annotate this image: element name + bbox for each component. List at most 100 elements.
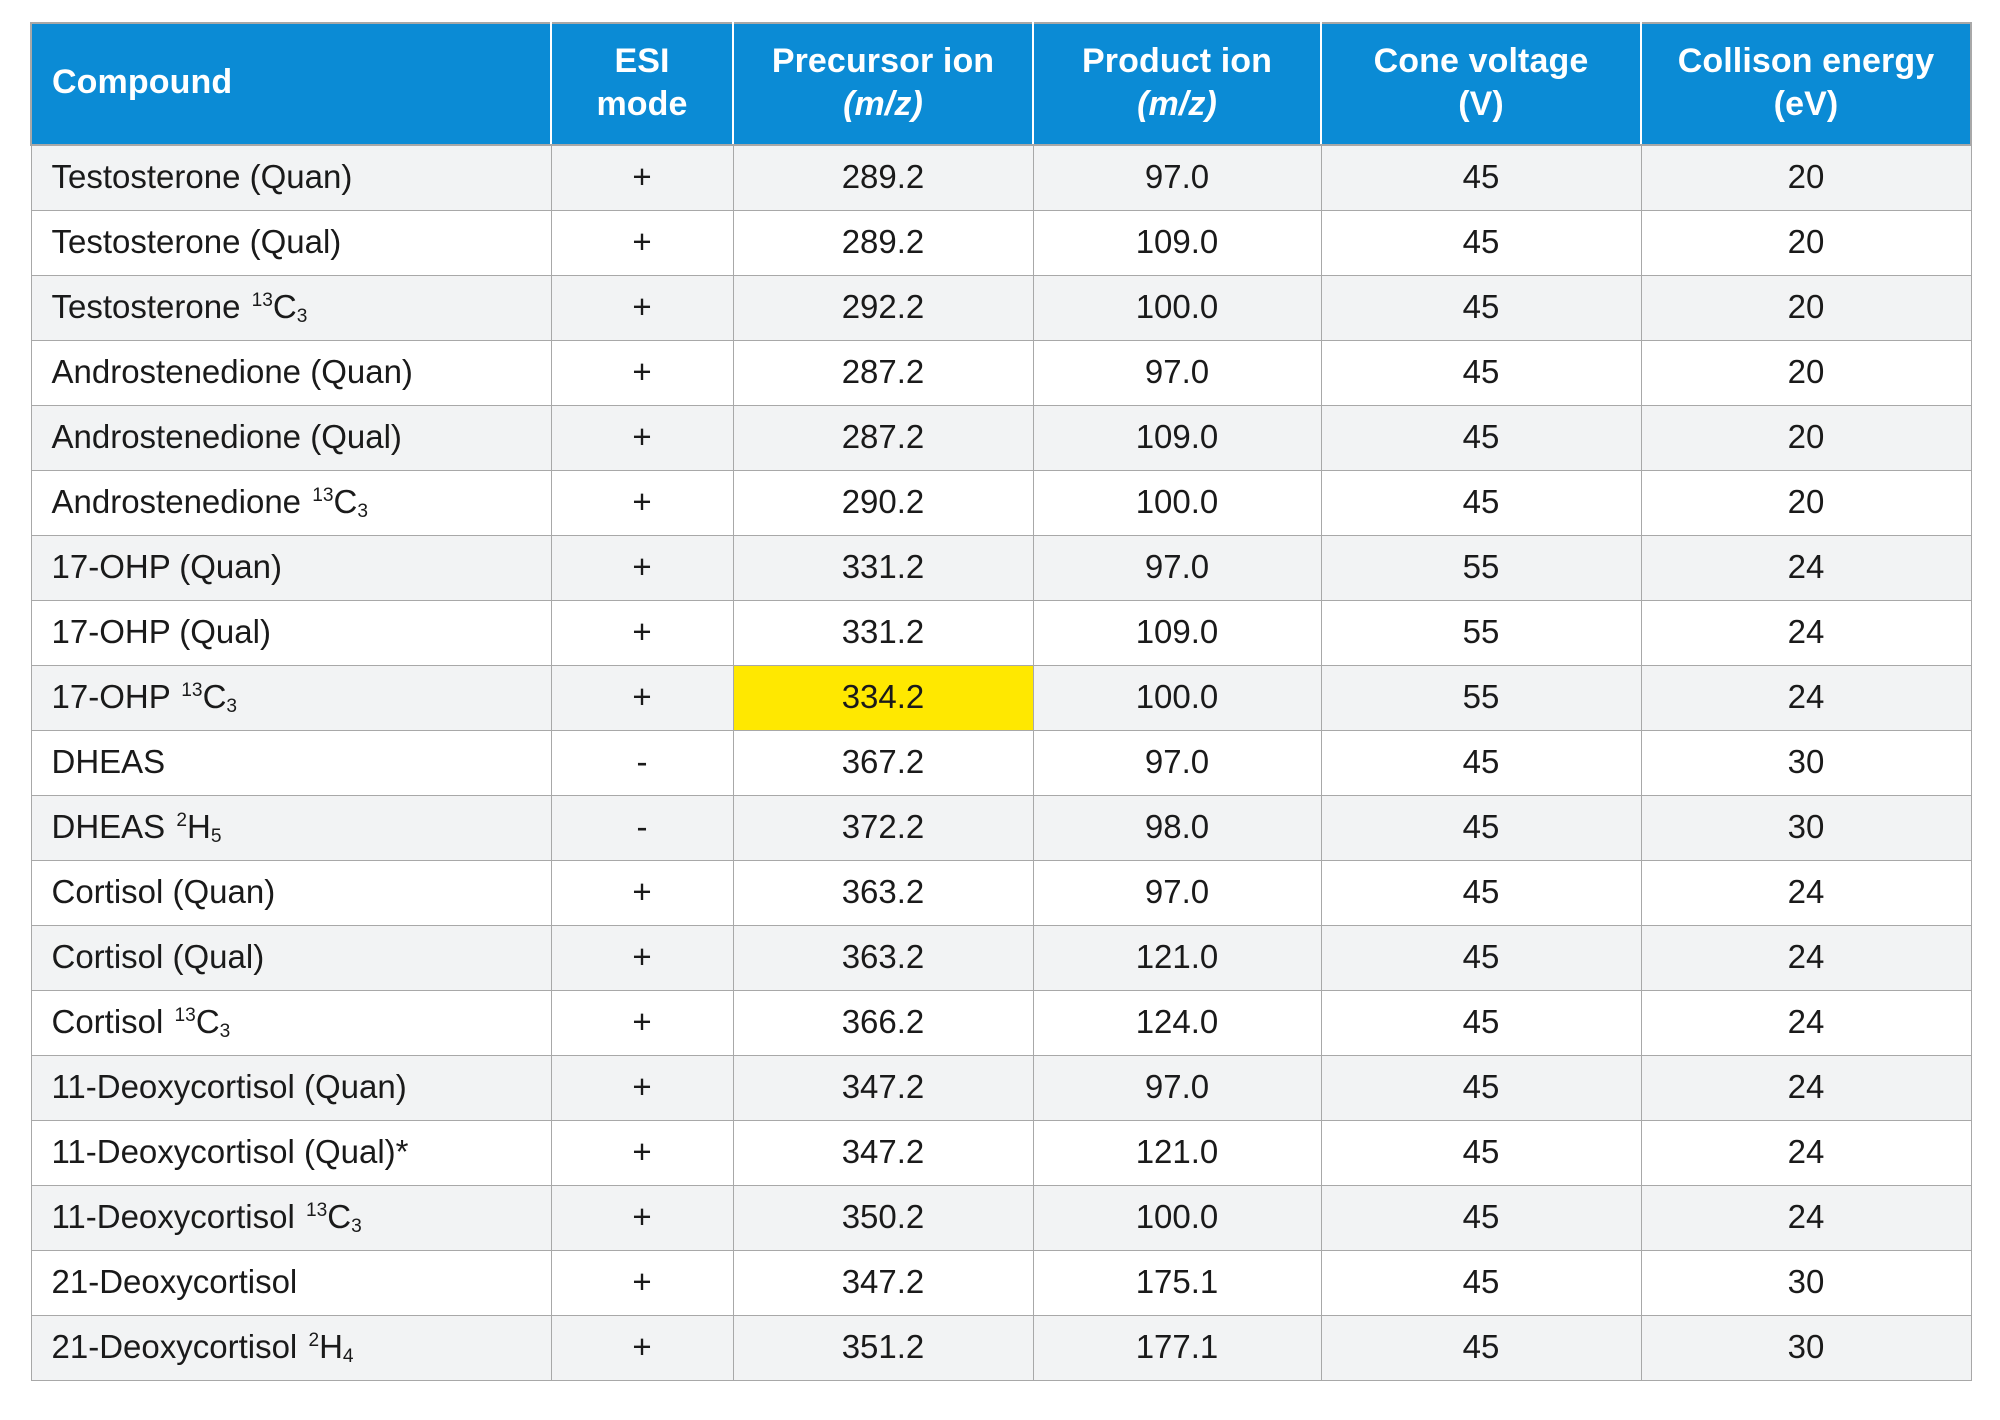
cell-product-ion: 109.0 bbox=[1032, 599, 1322, 666]
cell-collision-energy: 24 bbox=[1640, 1054, 1972, 1121]
table-row: DHEAS 2H5-372.2 98.0 45 30 bbox=[30, 794, 1972, 861]
cell-esi-mode: + bbox=[550, 859, 734, 926]
table-header-row: Compound ESI mode Precursor ion (m/z) Pr… bbox=[30, 22, 1972, 146]
compound-name: Testosterone (Qual) bbox=[51, 223, 342, 261]
cell-product-ion: 109.0 bbox=[1032, 404, 1322, 471]
table-body: Testosterone (Quan) +289.2 97.0 45 20 Testost… bbox=[30, 144, 1972, 1381]
cell-compound: Testosterone (Quan) bbox=[30, 144, 552, 211]
cell-compound: Testosterone (Qual) bbox=[30, 209, 552, 276]
cell-cone-voltage: 55 bbox=[1320, 534, 1642, 601]
cell-product-ion: 121.0 bbox=[1032, 924, 1322, 991]
cell-precursor-ion: 331.2 bbox=[732, 534, 1034, 601]
cell-collision-energy: 24 bbox=[1640, 1184, 1972, 1251]
cell-collision-energy: 24 bbox=[1640, 599, 1972, 666]
cell-precursor-ion: 289.2 bbox=[732, 144, 1034, 211]
isotope-mass-number: 2 bbox=[308, 1330, 320, 1352]
cell-compound: DHEAS 2H5 bbox=[30, 794, 552, 861]
compound-name: 17-OHP bbox=[51, 678, 180, 716]
cell-esi-mode: + bbox=[550, 924, 734, 991]
isotope-atom-count: 3 bbox=[296, 306, 308, 328]
cell-precursor-ion-highlighted: 334.2 bbox=[732, 664, 1034, 731]
cell-compound: Androstenedione 13C3 bbox=[30, 469, 552, 536]
cell-esi-mode: - bbox=[550, 729, 734, 796]
table-row: Androstenedione 13C3 +290.2 100.0 45 20 bbox=[30, 469, 1972, 536]
cell-precursor-ion: 351.2 bbox=[732, 1314, 1034, 1381]
cell-compound: 17-OHP 13C3 bbox=[30, 664, 552, 731]
isotope-atom-count: 3 bbox=[351, 1216, 362, 1238]
cell-esi-mode: + bbox=[550, 1119, 734, 1186]
cell-esi-mode: + bbox=[550, 209, 734, 276]
cell-collision-energy: 24 bbox=[1640, 1119, 1972, 1186]
compound-name: Cortisol (Quan) bbox=[51, 873, 276, 911]
column-header-collision-energy-label: Collison energy bbox=[1677, 42, 1935, 80]
cell-compound: Cortisol (Quan) bbox=[30, 859, 552, 926]
cell-cone-voltage: 45 bbox=[1320, 989, 1642, 1056]
compound-name: 11-Deoxycortisol bbox=[51, 1198, 304, 1236]
cell-cone-voltage: 45 bbox=[1320, 209, 1642, 276]
cell-compound: 11-Deoxycortisol 13C3 bbox=[30, 1184, 552, 1251]
table-row: 21-Deoxycortisol +347.2 175.1 45 30 bbox=[30, 1249, 1972, 1316]
cell-precursor-ion: 366.2 bbox=[732, 989, 1034, 1056]
cell-cone-voltage: 45 bbox=[1320, 859, 1642, 926]
isotope-mass-number: 13 bbox=[174, 1005, 196, 1027]
cell-precursor-ion: 372.2 bbox=[732, 794, 1034, 861]
cell-product-ion: 97.0 bbox=[1032, 144, 1322, 211]
cell-cone-voltage: 45 bbox=[1320, 144, 1642, 211]
isotope-mass-number: 13 bbox=[305, 1200, 328, 1222]
cell-precursor-ion: 347.2 bbox=[732, 1119, 1034, 1186]
compound-name: 11-Deoxycortisol (Quan) bbox=[51, 1068, 407, 1106]
cell-collision-energy: 24 bbox=[1640, 534, 1972, 601]
cell-cone-voltage: 45 bbox=[1320, 339, 1642, 406]
cell-collision-energy: 20 bbox=[1640, 404, 1972, 471]
compound-name: Cortisol (Qual) bbox=[51, 938, 265, 976]
table-row: Cortisol 13C3 +366.2 124.0 45 24 bbox=[30, 989, 1972, 1056]
cell-precursor-ion: 347.2 bbox=[732, 1054, 1034, 1121]
cell-precursor-ion: 367.2 bbox=[732, 729, 1034, 796]
column-header-esi-mode-label: ESI bbox=[614, 42, 670, 80]
table-row: Cortisol (Quan) +363.2 97.0 45 24 bbox=[30, 859, 1972, 926]
cell-product-ion: 98.0 bbox=[1032, 794, 1322, 861]
isotope-element-symbol: C bbox=[272, 288, 297, 326]
cell-precursor-ion: 363.2 bbox=[732, 859, 1034, 926]
table-header: Compound ESI mode Precursor ion (m/z) Pr… bbox=[30, 22, 1972, 146]
column-header-collision-energy: Collison energy (eV) bbox=[1640, 22, 1972, 146]
isotope-mass-number: 13 bbox=[181, 680, 203, 702]
cell-compound: 21-Deoxycortisol bbox=[30, 1249, 552, 1316]
table-row: Androstenedione (Qual) +287.2 109.0 45 20 bbox=[30, 404, 1972, 471]
cell-cone-voltage: 45 bbox=[1320, 469, 1642, 536]
cell-product-ion: 100.0 bbox=[1032, 469, 1322, 536]
table-row: Cortisol (Qual) +363.2 121.0 45 24 bbox=[30, 924, 1972, 991]
isotope-atom-count: 3 bbox=[219, 1021, 231, 1043]
table-page: Compound ESI mode Precursor ion (m/z) Pr… bbox=[0, 0, 2000, 1420]
cell-product-ion: 97.0 bbox=[1032, 729, 1322, 796]
table-row: 11-Deoxycortisol (Quan) +347.2 97.0 45 24 bbox=[30, 1054, 1972, 1121]
isotope-mass-number: 13 bbox=[251, 290, 273, 312]
cell-precursor-ion: 292.2 bbox=[732, 274, 1034, 341]
isotope-element-symbol: C bbox=[327, 1198, 352, 1236]
compound-name: Testosterone (Quan) bbox=[51, 158, 353, 196]
compound-name: Androstenedione (Quan) bbox=[51, 353, 413, 391]
cell-cone-voltage: 45 bbox=[1320, 1314, 1642, 1381]
cell-esi-mode: + bbox=[550, 1249, 734, 1316]
cell-product-ion: 97.0 bbox=[1032, 534, 1322, 601]
cell-cone-voltage: 55 bbox=[1320, 599, 1642, 666]
cell-cone-voltage: 45 bbox=[1320, 794, 1642, 861]
cell-esi-mode: + bbox=[550, 1314, 734, 1381]
compound-name: DHEAS bbox=[51, 808, 175, 846]
cell-collision-energy: 24 bbox=[1640, 859, 1972, 926]
cell-collision-energy: 20 bbox=[1640, 144, 1972, 211]
isotope-atom-count: 3 bbox=[357, 501, 368, 523]
cell-compound: DHEAS bbox=[30, 729, 552, 796]
cell-precursor-ion: 287.2 bbox=[732, 404, 1034, 471]
cell-esi-mode: + bbox=[550, 664, 734, 731]
table-row: Androstenedione (Quan) +287.2 97.0 45 20 bbox=[30, 339, 1972, 406]
table-row: 21-Deoxycortisol 2H4 +351.2 177.1 45 30 bbox=[30, 1314, 1972, 1381]
cell-precursor-ion: 350.2 bbox=[732, 1184, 1034, 1251]
cell-collision-energy: 30 bbox=[1640, 1314, 1972, 1381]
cell-product-ion: 97.0 bbox=[1032, 339, 1322, 406]
cell-precursor-ion: 363.2 bbox=[732, 924, 1034, 991]
table-row: 17-OHP (Quan) +331.2 97.0 55 24 bbox=[30, 534, 1972, 601]
cell-product-ion: 100.0 bbox=[1032, 664, 1322, 731]
table-row: Testosterone (Quan) +289.2 97.0 45 20 bbox=[30, 144, 1972, 211]
cell-compound: 17-OHP (Quan) bbox=[30, 534, 552, 601]
